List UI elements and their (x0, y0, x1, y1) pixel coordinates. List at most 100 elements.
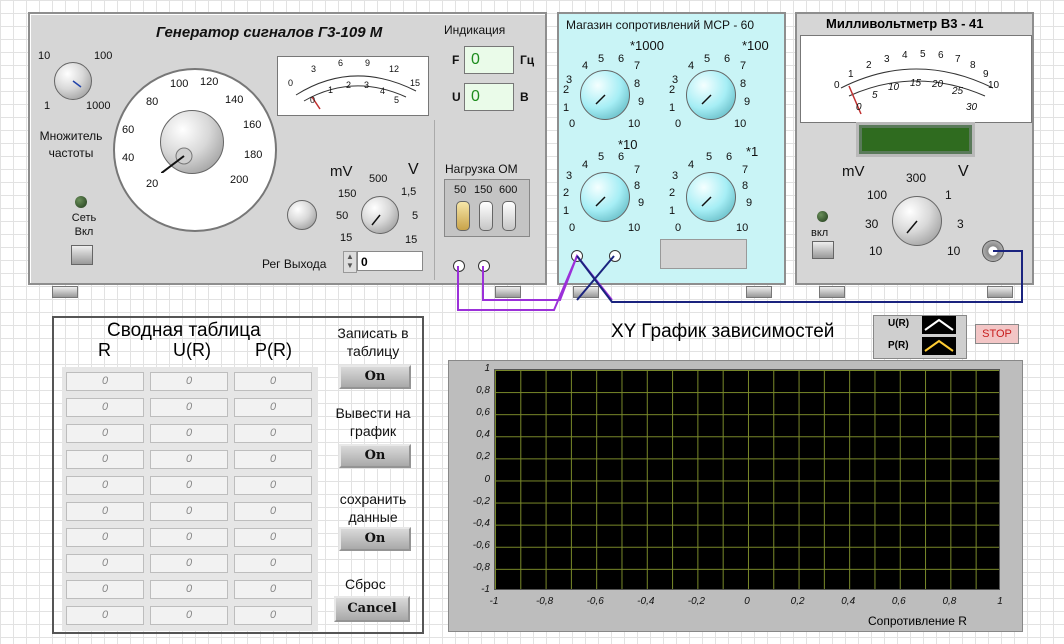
table-cell[interactable]: 0 (66, 528, 144, 547)
table-cell[interactable]: 0 (66, 398, 144, 417)
u-unit: В (520, 90, 529, 104)
freq-scale-label: 140 (225, 94, 244, 106)
decade-scale-label: 3 (566, 170, 573, 182)
meter-scale-label: 9 (983, 69, 989, 80)
load-switch-150[interactable] (479, 201, 493, 231)
output-terminal[interactable] (453, 260, 465, 272)
meter-scale-label: 8 (970, 60, 976, 71)
table-cell[interactable]: 0 (234, 450, 312, 469)
save-data-button[interactable]: On (339, 527, 411, 551)
input-connector[interactable] (982, 240, 1004, 262)
table-cell[interactable]: 0 (66, 502, 144, 521)
decade-scale-label: 5 (598, 151, 605, 163)
table-cell[interactable]: 0 (66, 580, 144, 599)
output-level-input[interactable]: 0 (357, 251, 423, 271)
table-cell[interactable]: 0 (150, 502, 228, 521)
output-stepper[interactable]: ▲ ▼ (343, 251, 357, 273)
generator-title: Генератор сигналов Г3-109 М (156, 24, 383, 41)
table-cell[interactable]: 0 (234, 424, 312, 443)
multiplier-label: Множитель частоты (39, 129, 103, 160)
load-switch-600[interactable] (502, 201, 516, 231)
decade-scale-label: 5 (704, 53, 711, 65)
write-label: Записать в таблицу (337, 325, 409, 359)
mv-label: mV (842, 163, 865, 180)
decade-scale-label: 9 (638, 96, 645, 108)
meter-scale-label: 0 (310, 95, 316, 105)
table-cell[interactable]: 0 (150, 424, 228, 443)
decade-scale-label: 7 (740, 60, 747, 72)
table-cell[interactable]: 0 (150, 372, 228, 391)
mv-label: mV (330, 163, 353, 180)
decade-scale-label: 2 (669, 84, 676, 96)
table-cell[interactable]: 0 (66, 606, 144, 625)
table-cell[interactable]: 0 (150, 606, 228, 625)
y-tick-label: 0,8 (476, 385, 490, 397)
meter-scale-icon (295, 75, 417, 110)
output-range-knob[interactable] (361, 196, 399, 234)
stop-button[interactable]: STOP (975, 324, 1019, 344)
millivoltmeter-range-knob[interactable] (892, 196, 942, 246)
decade-scale-label: 0 (569, 118, 576, 130)
table-cell[interactable]: 0 (234, 502, 312, 521)
table-cell[interactable]: 0 (66, 450, 144, 469)
decade-label: *10 (618, 137, 638, 152)
frequency-multiplier-knob[interactable] (54, 62, 92, 100)
x-tick-label: -0,8 (535, 596, 554, 607)
table-cell[interactable]: 0 (66, 372, 144, 391)
write-to-table-button[interactable]: On (339, 365, 411, 389)
table-cell[interactable]: 0 (66, 554, 144, 573)
v-label: V (408, 161, 419, 178)
meter-scale-label: 20 (932, 79, 944, 90)
x-tick-label: -1 (489, 596, 499, 607)
load-switch-50[interactable] (456, 201, 470, 231)
legend-line-icon (924, 339, 954, 352)
decade-scale-label: 7 (634, 60, 641, 72)
table-cell[interactable]: 0 (150, 450, 228, 469)
plot-area[interactable] (494, 369, 1000, 590)
decade-knob-1[interactable] (686, 172, 736, 222)
decade-knob-1000[interactable] (580, 70, 630, 120)
plot-label: Вывести на график (335, 405, 411, 439)
freq-scale-label: 60 (122, 124, 135, 136)
reset-button[interactable]: Cancel (334, 596, 410, 622)
table-cell[interactable]: 0 (234, 528, 312, 547)
table-cell[interactable]: 0 (234, 372, 312, 391)
table-cell[interactable]: 0 (150, 528, 228, 547)
summary-table-body: 000000000000000000000000000000 (62, 367, 318, 631)
summary-table-title: Сводная таблица (107, 320, 261, 341)
power-led-icon (75, 196, 87, 208)
table-cell[interactable]: 0 (150, 554, 228, 573)
table-cell[interactable]: 0 (66, 476, 144, 495)
table-cell[interactable]: 0 (234, 580, 312, 599)
multiplier-scale-label: 1 (44, 100, 51, 112)
y-tick-label: -0,8 (472, 561, 490, 573)
plot-button[interactable]: On (339, 444, 411, 468)
resistance-terminal[interactable] (571, 250, 583, 262)
knob-pointer-icon (595, 196, 606, 207)
table-cell[interactable]: 0 (150, 580, 228, 599)
millivoltmeter-power-switch[interactable] (812, 241, 834, 259)
millivoltmeter-foot (819, 286, 845, 298)
output-level-label: Рег Выхода (262, 257, 327, 271)
decade-scale-label: 6 (726, 151, 733, 163)
output-terminal[interactable] (478, 260, 490, 272)
decade-scale-label: 0 (675, 222, 682, 234)
resistance-box-title: Магазин сопротивлений МСР - 60 (566, 18, 755, 32)
table-cell[interactable]: 0 (150, 476, 228, 495)
frequency-knob[interactable] (160, 110, 224, 174)
table-cell[interactable]: 0 (234, 476, 312, 495)
decade-knob-100[interactable] (686, 70, 736, 120)
fine-output-knob[interactable] (287, 200, 317, 230)
millivoltmeter-display (856, 122, 975, 157)
table-cell[interactable]: 0 (150, 398, 228, 417)
decade-scale-label: 5 (598, 53, 605, 65)
resistance-terminal[interactable] (609, 250, 621, 262)
table-cell[interactable]: 0 (66, 424, 144, 443)
power-switch[interactable] (71, 245, 93, 265)
range-scale-label: 150 (338, 188, 357, 200)
decade-knob-10[interactable] (580, 172, 630, 222)
table-cell[interactable]: 0 (234, 554, 312, 573)
multiplier-scale-label: 10 (38, 50, 51, 62)
table-cell[interactable]: 0 (234, 606, 312, 625)
table-cell[interactable]: 0 (234, 398, 312, 417)
